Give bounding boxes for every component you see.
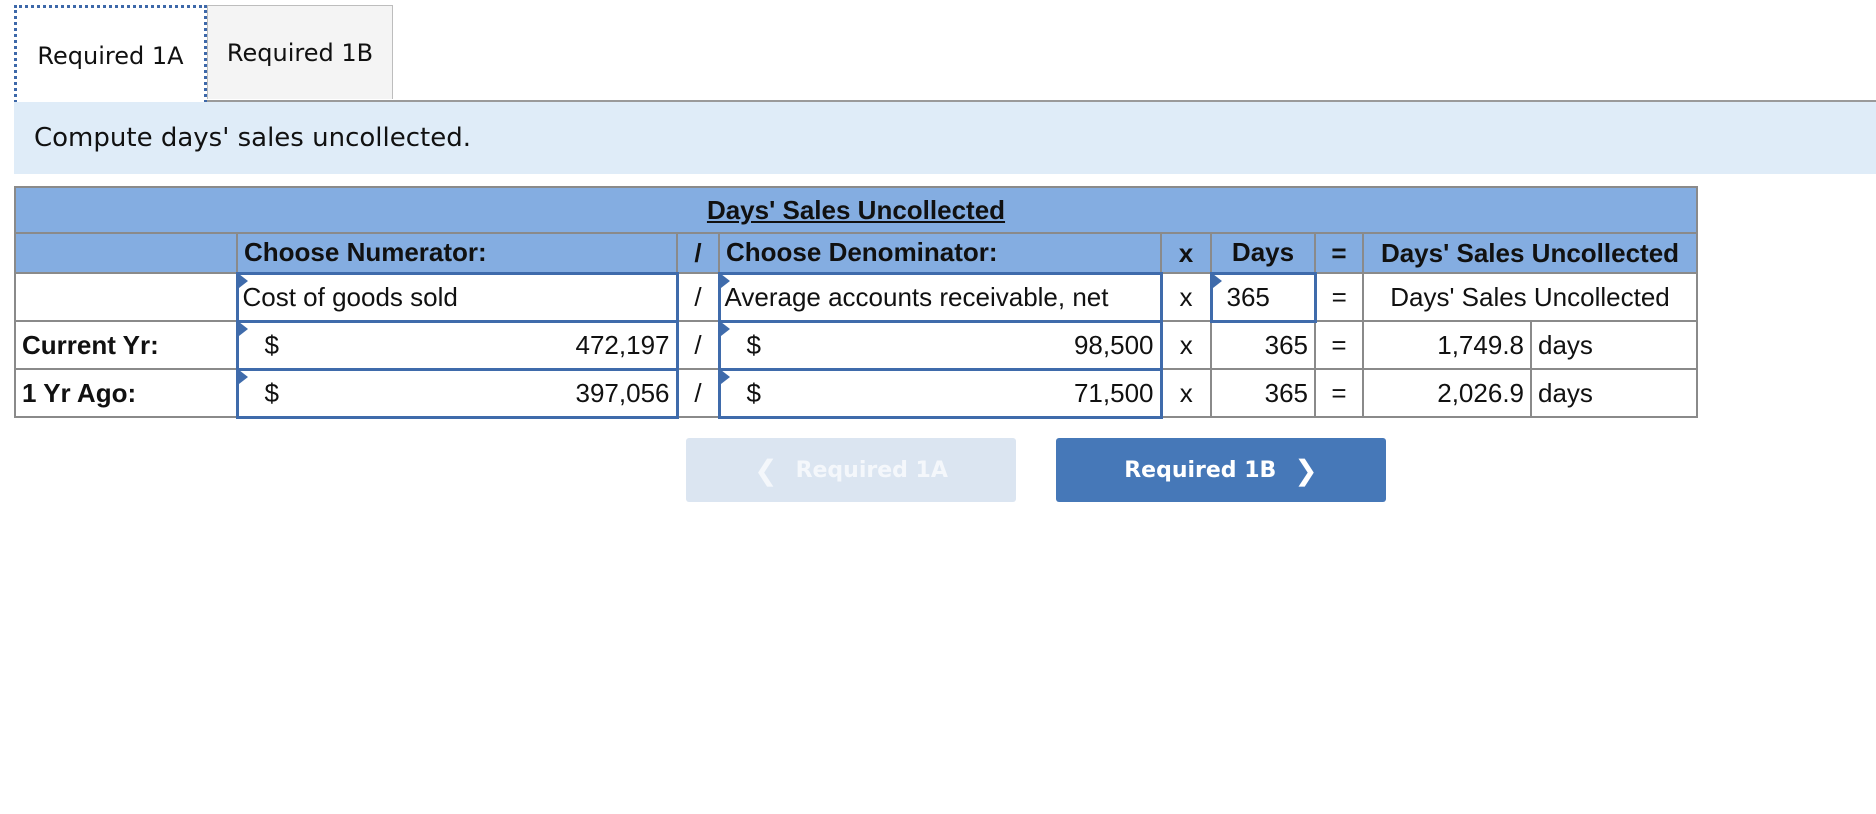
input-marker-icon xyxy=(722,372,730,384)
prior-yr-divide: / xyxy=(676,368,720,418)
input-marker-icon xyxy=(722,324,730,336)
currency-symbol: $ xyxy=(264,329,279,360)
days-input-value: 365 xyxy=(1226,281,1270,312)
header-times: x xyxy=(1160,232,1212,274)
instruction-text: Compute days' sales uncollected. xyxy=(34,123,471,153)
table-title: Days' Sales Uncollected xyxy=(14,186,1698,234)
input-marker-icon xyxy=(240,372,248,384)
next-button-label: Required 1B xyxy=(1124,457,1277,483)
current-yr-days: 365 xyxy=(1210,320,1316,370)
formula-result: Days' Sales Uncollected xyxy=(1362,272,1698,322)
instruction-banner: Compute days' sales uncollected. xyxy=(14,102,1876,174)
current-yr-denominator-value: 98,500 xyxy=(1073,329,1154,360)
header-result: Days' Sales Uncollected xyxy=(1362,232,1698,274)
prior-yr-denominator-input[interactable]: $ 71,500 xyxy=(717,367,1163,419)
prior-yr-days: 365 xyxy=(1210,368,1316,418)
current-yr-unit: days xyxy=(1530,320,1698,370)
numerator-select-value: Cost of goods sold xyxy=(242,281,458,312)
prior-yr-times: x xyxy=(1160,368,1212,418)
header-numerator: Choose Numerator: xyxy=(236,232,678,274)
current-yr-times: x xyxy=(1160,320,1212,370)
tab-required-1b[interactable]: Required 1B xyxy=(207,5,393,99)
currency-symbol: $ xyxy=(746,329,761,360)
formula-equals: = xyxy=(1314,272,1364,322)
input-marker-icon xyxy=(240,324,248,336)
header-divide: / xyxy=(676,232,720,274)
header-denominator: Choose Denominator: xyxy=(718,232,1162,274)
current-yr-numerator-input[interactable]: $ 472,197 xyxy=(235,319,679,371)
row-label-1-yr-ago: 1 Yr Ago: xyxy=(14,368,238,418)
current-yr-result: 1,749.8 xyxy=(1362,320,1532,370)
prior-yr-denominator-value: 71,500 xyxy=(1073,377,1154,408)
formula-times: x xyxy=(1160,272,1212,322)
prev-required-1a-button[interactable]: ❮ Required 1A xyxy=(686,438,1016,502)
days-sales-uncollected-table: Days' Sales Uncollected Choose Numerator… xyxy=(14,186,1698,419)
table-row: Current Yr: $ 472,197 / $ 98,500 x 365 =… xyxy=(14,319,1698,371)
current-yr-equals: = xyxy=(1314,320,1364,370)
current-yr-numerator-value: 472,197 xyxy=(575,329,670,360)
currency-symbol: $ xyxy=(746,377,761,408)
denominator-select-value: Average accounts receivable, net xyxy=(724,281,1109,312)
numerator-select[interactable]: Cost of goods sold xyxy=(235,271,679,323)
prior-yr-equals: = xyxy=(1314,368,1364,418)
chevron-right-icon: ❯ xyxy=(1294,453,1318,487)
currency-symbol: $ xyxy=(264,377,279,408)
formula-divide: / xyxy=(676,272,720,322)
input-marker-icon xyxy=(1214,276,1222,288)
chevron-left-icon: ❮ xyxy=(754,453,778,487)
table-row: 1 Yr Ago: $ 397,056 / $ 71,500 x 365 = 2… xyxy=(14,367,1698,419)
prior-yr-unit: days xyxy=(1530,368,1698,418)
current-yr-denominator-input[interactable]: $ 98,500 xyxy=(717,319,1163,371)
tab-required-1a[interactable]: Required 1A xyxy=(14,5,207,103)
dropdown-marker-icon xyxy=(722,276,730,288)
formula-row: Cost of goods sold / Average accounts re… xyxy=(14,271,1698,323)
denominator-select[interactable]: Average accounts receivable, net xyxy=(717,271,1163,323)
header-blank xyxy=(14,232,238,274)
prior-yr-result: 2,026.9 xyxy=(1362,368,1532,418)
prior-yr-numerator-input[interactable]: $ 397,056 xyxy=(235,367,679,419)
header-equals: = xyxy=(1314,232,1364,274)
row-label-current-yr: Current Yr: xyxy=(14,320,238,370)
formula-label xyxy=(14,272,238,322)
days-input[interactable]: 365 xyxy=(1209,271,1317,323)
prev-button-label: Required 1A xyxy=(795,457,948,483)
header-days: Days xyxy=(1210,232,1316,274)
dropdown-marker-icon xyxy=(240,276,248,288)
current-yr-divide: / xyxy=(676,320,720,370)
prior-yr-numerator-value: 397,056 xyxy=(575,377,670,408)
next-required-1b-button[interactable]: Required 1B ❯ xyxy=(1056,438,1386,502)
